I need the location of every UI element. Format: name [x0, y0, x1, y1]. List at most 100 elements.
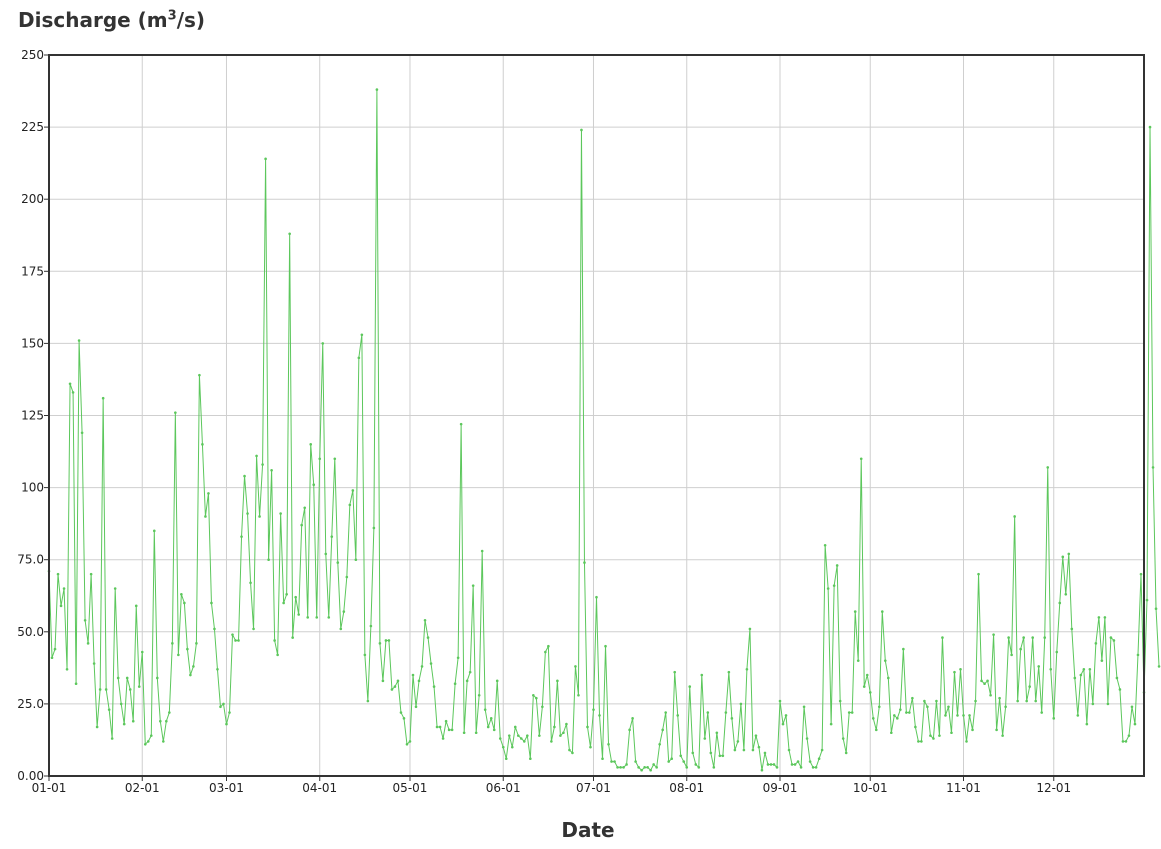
data-point: [321, 342, 325, 345]
data-point: [405, 742, 409, 746]
data-point: [769, 763, 773, 766]
data-point: [787, 748, 791, 752]
data-point: [965, 740, 968, 743]
data-point: [258, 515, 261, 518]
data-point: [877, 705, 881, 709]
data-point: [868, 691, 872, 694]
data-point: [318, 457, 322, 461]
data-point: [372, 526, 376, 530]
data-point: [393, 685, 397, 688]
data-point: [219, 705, 222, 709]
data-point: [339, 627, 343, 631]
data-point: [1058, 601, 1062, 605]
data-point: [171, 642, 174, 645]
data-point: [971, 728, 974, 732]
data-point: [113, 587, 117, 590]
data-point: [989, 693, 992, 697]
data-point: [917, 740, 920, 743]
data-point: [381, 679, 385, 683]
data-point: [252, 627, 255, 631]
data-point: [134, 604, 138, 608]
data-point: [1109, 636, 1113, 639]
data-point: [351, 489, 355, 492]
data-point: [1151, 466, 1155, 469]
data-point: [577, 693, 580, 697]
data-point: [122, 722, 126, 726]
data-point: [610, 760, 613, 763]
data-point: [345, 575, 349, 579]
x-tick-label: 10-01: [853, 781, 888, 795]
data-point: [622, 766, 625, 769]
data-point: [1127, 734, 1131, 737]
data-point: [149, 734, 153, 737]
x-tick-label: 08-01: [669, 781, 704, 795]
data-point: [201, 443, 204, 446]
data-point: [742, 748, 746, 752]
data-point: [240, 535, 243, 538]
data-point: [189, 673, 192, 677]
data-point: [402, 717, 406, 720]
data-point: [1145, 598, 1149, 602]
data-point: [68, 382, 72, 386]
data-point: [74, 682, 78, 686]
grid-lines: [48, 54, 1144, 777]
data-point: [360, 333, 364, 337]
data-point: [417, 679, 421, 683]
data-point: [71, 391, 75, 394]
data-point: [1040, 711, 1044, 714]
data-point: [1091, 702, 1095, 706]
data-point: [216, 667, 219, 671]
data-point: [174, 411, 177, 414]
y-tick-label: 100: [21, 481, 44, 495]
data-point: [805, 737, 809, 740]
data-point: [459, 422, 463, 426]
data-point: [754, 734, 758, 737]
data-point: [168, 711, 171, 714]
data-point: [670, 757, 674, 760]
data-point: [276, 653, 279, 657]
data-point: [595, 595, 598, 599]
data-point: [137, 685, 141, 688]
data-point: [1007, 636, 1010, 639]
data-point: [1049, 667, 1053, 671]
data-point: [874, 728, 878, 732]
data-point: [1121, 740, 1125, 743]
x-tick-label: 11-01: [946, 781, 981, 795]
data-point: [513, 725, 517, 729]
data-point: [291, 636, 294, 639]
data-point: [926, 705, 929, 709]
data-point: [1076, 714, 1080, 717]
data-point: [267, 558, 270, 561]
data-point: [333, 457, 337, 461]
data-point: [631, 717, 634, 720]
data-point: [53, 647, 57, 651]
data-point: [905, 711, 908, 714]
data-point: [89, 572, 93, 576]
data-point: [140, 650, 144, 654]
data-point: [110, 737, 114, 740]
data-point: [279, 512, 282, 515]
data-point: [890, 731, 893, 735]
data-point: [435, 725, 439, 729]
data-point: [264, 157, 267, 161]
data-point: [673, 670, 677, 674]
data-point: [604, 644, 607, 648]
series-group: [47, 88, 1161, 772]
data-point: [243, 474, 246, 478]
data-point: [730, 717, 734, 720]
data-point: [535, 696, 538, 700]
data-point: [414, 705, 418, 709]
data-point: [685, 766, 689, 769]
data-point: [1064, 593, 1068, 596]
data-point: [862, 685, 866, 688]
data-point: [550, 740, 553, 743]
data-point: [853, 610, 857, 613]
y-tick-label: 225: [21, 120, 44, 134]
x-tick-label: 01-01: [32, 781, 67, 795]
data-point: [977, 572, 980, 576]
x-tick-label: 07-01: [576, 781, 611, 795]
data-point: [225, 722, 228, 726]
data-point: [802, 705, 806, 709]
data-point: [953, 670, 956, 674]
data-point: [300, 523, 303, 527]
